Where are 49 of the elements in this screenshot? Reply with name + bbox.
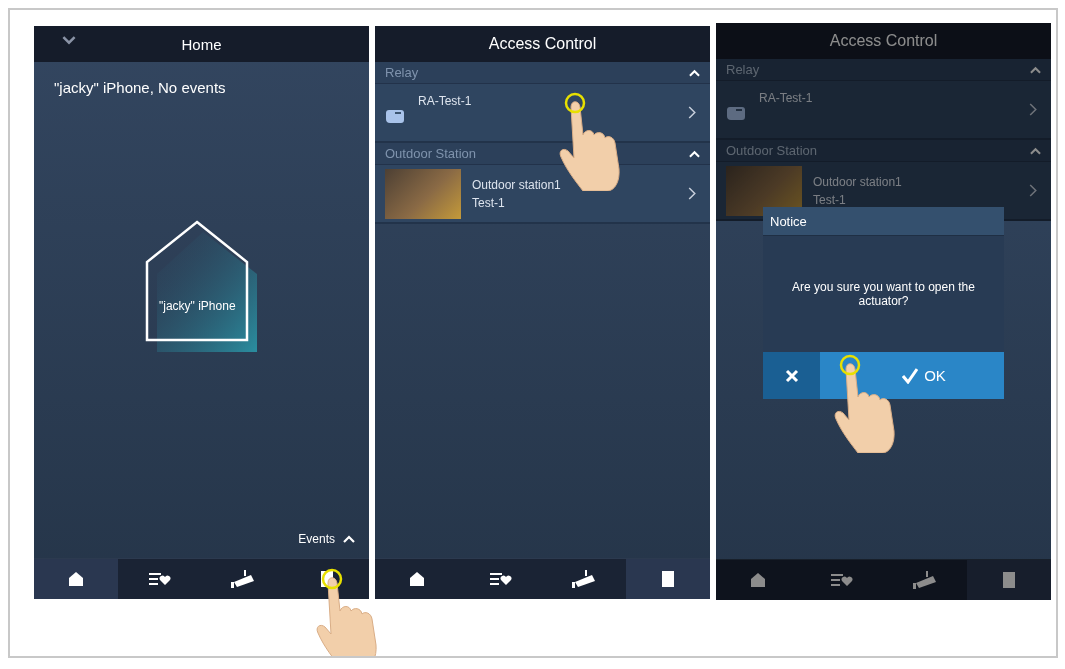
item-name: RA-Test-1 xyxy=(759,91,813,105)
home-icon xyxy=(67,571,84,587)
tab[interactable] xyxy=(626,559,710,599)
camera-icon xyxy=(913,571,938,589)
list-heart-icon xyxy=(148,572,171,586)
screen-title: Home xyxy=(181,35,222,53)
item-name: Outdoor station1 xyxy=(472,177,561,192)
list-item[interactable]: RA-Test-1 xyxy=(716,81,1051,140)
door-icon xyxy=(661,570,676,588)
collapse-icon xyxy=(689,149,700,158)
camera-icon xyxy=(572,570,597,588)
relay-icon xyxy=(386,108,404,123)
dialog-title: Notice xyxy=(763,207,1004,236)
status-text: "jacky" iPhone, No events xyxy=(54,79,226,96)
section-header[interactable]: Relay xyxy=(375,62,710,84)
screen-title: Access Control xyxy=(829,32,938,50)
tab[interactable] xyxy=(34,559,118,599)
item-subtitle: Test-1 xyxy=(472,195,505,210)
home-icon xyxy=(749,572,766,588)
list-heart-icon xyxy=(830,573,853,587)
list-item[interactable]: Outdoor station1 Test-1 xyxy=(375,165,710,224)
collapse-icon xyxy=(1030,65,1041,74)
home-icon xyxy=(408,571,425,587)
collapse-icon xyxy=(689,68,700,77)
list-heart-icon xyxy=(489,572,512,586)
house-outline-icon xyxy=(145,220,259,352)
collapse-icon xyxy=(1030,146,1041,155)
check-icon xyxy=(902,367,919,384)
ok-button[interactable]: OK xyxy=(820,352,1004,399)
chevron-right-icon xyxy=(688,106,696,119)
expand-icon xyxy=(343,535,355,543)
item-name: Outdoor station1 xyxy=(813,174,902,189)
dialog-message: Are you sure you want to open the actuator? xyxy=(791,280,976,308)
door-icon xyxy=(1002,571,1017,589)
relay-icon xyxy=(727,105,745,120)
chevron-down-icon[interactable] xyxy=(62,36,76,45)
item-name: RA-Test-1 xyxy=(418,94,472,108)
events-toggle[interactable]: Events xyxy=(298,532,355,546)
device-label: "jacky" iPhone xyxy=(159,299,236,313)
item-subtitle: Test-1 xyxy=(813,192,846,207)
camera-icon xyxy=(231,570,256,588)
section-header[interactable]: Relay xyxy=(716,59,1051,81)
section-header[interactable]: Outdoor Station xyxy=(716,140,1051,162)
screen-title: Access Control xyxy=(488,35,597,53)
close-icon xyxy=(784,368,799,383)
chevron-right-icon xyxy=(1029,184,1037,197)
chevron-right-icon xyxy=(688,187,696,200)
chevron-right-icon xyxy=(1029,103,1037,116)
cancel-button[interactable] xyxy=(763,352,820,399)
